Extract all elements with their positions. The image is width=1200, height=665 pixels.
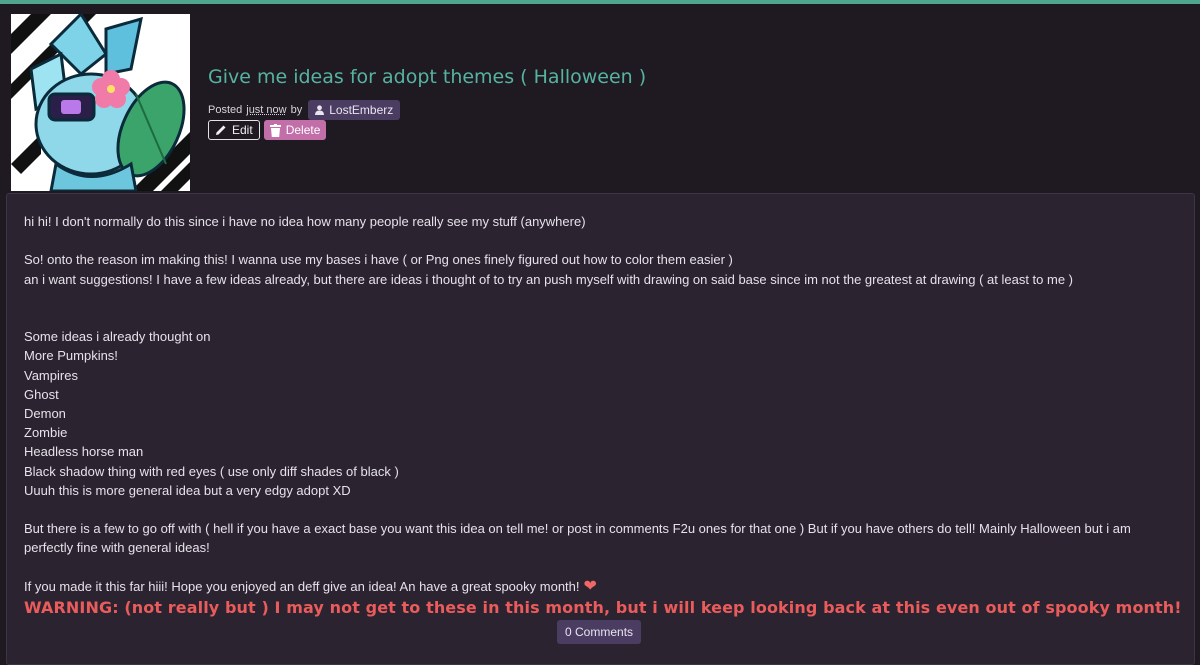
post-header: Give me ideas for adopt themes ( Hallowe… xyxy=(0,4,1200,190)
ideas-heading: Some ideas i already thought on xyxy=(24,327,1174,346)
post-body: hi hi! I don't normally do this since i … xyxy=(24,212,1174,596)
edit-label: Edit xyxy=(232,123,253,137)
post-avatar-image xyxy=(11,14,190,191)
post-actions: Edit Delete xyxy=(208,120,326,140)
avatar-illustration xyxy=(11,14,190,191)
comments-button[interactable]: 0 Comments xyxy=(557,620,641,644)
idea-item: Ghost xyxy=(24,385,1174,404)
posted-by: by xyxy=(291,104,303,116)
idea-item: Headless horse man xyxy=(24,442,1174,461)
post-title: Give me ideas for adopt themes ( Hallowe… xyxy=(208,66,646,88)
idea-item: Vampires xyxy=(24,366,1174,385)
idea-item: Black shadow thing with red eyes ( use o… xyxy=(24,462,1174,481)
body-offers-paragraph: But there is a few to go off with ( hell… xyxy=(24,519,1174,557)
delete-button[interactable]: Delete xyxy=(264,120,327,140)
body-line-reason: So! onto the reason im making this! I wa… xyxy=(24,250,1174,269)
idea-item: More Pumpkins! xyxy=(24,346,1174,365)
idea-item: Uuuh this is more general idea but a ver… xyxy=(24,481,1174,500)
trash-icon xyxy=(270,124,281,137)
posted-time: just now xyxy=(246,104,286,116)
body-line-suggestions: an i want suggestions! I have a few idea… xyxy=(24,270,1174,289)
post-meta: Posted just now by LostEmberz xyxy=(208,100,400,120)
user-icon xyxy=(315,105,324,115)
body-line-greeting: hi hi! I don't normally do this since i … xyxy=(24,212,1174,231)
author-name: LostEmberz xyxy=(329,103,393,117)
body-closing: If you made it this far hiii! Hope you e… xyxy=(24,577,1174,596)
posted-prefix: Posted xyxy=(208,104,242,116)
pencil-icon xyxy=(215,124,227,136)
delete-label: Delete xyxy=(286,123,321,137)
closing-text: If you made it this far hiii! Hope you e… xyxy=(24,579,580,594)
edit-button[interactable]: Edit xyxy=(208,120,260,140)
heart-icon: ❤ xyxy=(584,578,597,595)
author-badge[interactable]: LostEmberz xyxy=(308,100,400,120)
idea-item: Zombie xyxy=(24,423,1174,442)
warning-text: WARNING: (not really but ) I may not get… xyxy=(24,598,1182,617)
idea-item: Demon xyxy=(24,404,1174,423)
